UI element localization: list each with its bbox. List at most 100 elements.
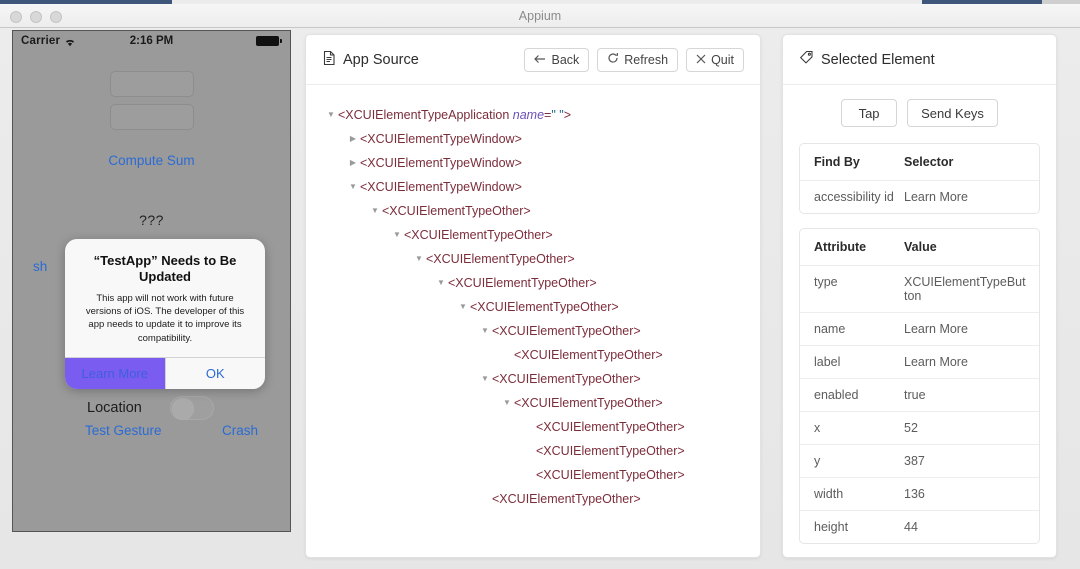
tree-node-label: <XCUIElementTypeOther> <box>514 396 663 410</box>
tree-node[interactable]: ▶ <XCUIElementTypeWindow> <box>324 151 760 175</box>
tree-node-label: <XCUIElementTypeOther> <box>536 444 685 458</box>
table-row[interactable]: enabled true <box>800 378 1039 411</box>
selector-header-label: Selector <box>904 155 954 169</box>
tree-node-label: <XCUIElementTypeWindow> <box>360 180 522 194</box>
app-window: Appium Carrier 2:16 PM Compute Sum ??? s… <box>0 0 1080 569</box>
find-by-selector: Learn More <box>904 190 968 204</box>
tree-node[interactable]: ▼ <XCUIElementTypeOther> <box>324 247 760 271</box>
chevron-down-icon[interactable]: ▼ <box>346 175 360 199</box>
tree-node[interactable]: ▼ <XCUIElementTypeOther> <box>324 223 760 247</box>
table-row[interactable]: accessibility id Learn More <box>800 180 1039 213</box>
table-row[interactable]: label Learn More <box>800 345 1039 378</box>
tree-node[interactable]: <XCUIElementTypeOther> <box>324 463 760 487</box>
attribute-value: 136 <box>904 487 925 501</box>
tree-node-label: <XCUIElementTypeOther> <box>492 324 641 338</box>
selected-element-body: Tap Send Keys Find By Selector accessibi… <box>783 85 1056 544</box>
chevron-down-icon[interactable]: ▼ <box>478 367 492 391</box>
selected-element-panel: Selected Element Tap Send Keys Find By S… <box>782 34 1057 558</box>
tree-node[interactable]: ▼ <XCUIElementTypeOther> <box>324 367 760 391</box>
refresh-button[interactable]: Refresh <box>597 47 679 72</box>
tree-node[interactable]: <XCUIElementTypeOther> <box>324 415 760 439</box>
window-title: Appium <box>518 9 562 23</box>
tree-node[interactable]: ▼ <XCUIElementTypeOther> <box>324 295 760 319</box>
ios-simulator-screen[interactable]: Carrier 2:16 PM Compute Sum ??? sh rt Lo… <box>12 30 291 532</box>
location-toggle[interactable] <box>170 396 214 420</box>
app-source-title-group: App Source <box>322 50 419 70</box>
app-source-title: App Source <box>343 51 419 68</box>
table-row[interactable]: name Learn More <box>800 312 1039 345</box>
attribute-name: y <box>814 454 821 468</box>
tree-node[interactable]: ▼ <XCUIElementTypeWindow> <box>324 175 760 199</box>
app-source-tree[interactable]: ▼ <XCUIElementTypeApplication name=" "> ▶ <… <box>306 85 760 511</box>
attribute-value: 387 <box>904 454 925 468</box>
tree-node-label: <XCUIElementTypeOther> <box>426 252 575 266</box>
chevron-down-icon[interactable]: ▼ <box>478 319 492 343</box>
chevron-down-icon[interactable]: ▼ <box>456 295 470 319</box>
text-field-second[interactable] <box>109 104 194 130</box>
attribute-value: 52 <box>904 421 918 435</box>
compute-sum-button[interactable]: Compute Sum <box>108 153 194 168</box>
chevron-down-icon[interactable]: ▼ <box>412 247 426 271</box>
tree-node[interactable]: ▼ <XCUIElementTypeOther> <box>324 319 760 343</box>
tree-node-label: <XCUIElementTypeOther> <box>536 468 685 482</box>
find-by-strategy: accessibility id <box>814 190 894 204</box>
selected-element-header: Selected Element <box>783 35 1056 85</box>
selected-element-title: Selected Element <box>821 51 935 68</box>
chevron-down-icon[interactable]: ▼ <box>324 103 338 127</box>
chevron-down-icon[interactable]: ▼ <box>434 271 448 295</box>
attribute-header-label: Attribute <box>814 240 867 254</box>
tree-node[interactable]: ▶ <XCUIElementTypeWindow> <box>324 127 760 151</box>
tree-node[interactable]: <XCUIElementTypeOther> <box>324 439 760 463</box>
chevron-down-icon[interactable]: ▼ <box>368 199 382 223</box>
table-row[interactable]: x 52 <box>800 411 1039 444</box>
chevron-down-icon[interactable]: ▼ <box>500 391 514 415</box>
tree-node-label: <XCUIElementTypeApplication name=" "> <box>338 108 572 122</box>
arrow-left-icon <box>534 53 546 67</box>
tap-button[interactable]: Tap <box>841 99 898 127</box>
attribute-name: type <box>814 275 838 289</box>
document-icon <box>322 50 336 70</box>
find-by-table: Find By Selector accessibility id Learn … <box>799 143 1040 214</box>
attribute-name: height <box>814 520 849 534</box>
text-field-first[interactable] <box>109 71 194 97</box>
attribute-name: enabled <box>814 388 859 402</box>
test-gesture-button[interactable]: Test Gesture <box>85 423 162 438</box>
table-row[interactable]: height 44 <box>800 510 1039 543</box>
refresh-icon <box>607 52 619 67</box>
tree-node[interactable]: <XCUIElementTypeOther> <box>324 343 760 367</box>
chevron-right-icon[interactable]: ▶ <box>346 127 360 151</box>
alert-learn-more-button[interactable]: Learn More <box>65 358 165 390</box>
attribute-name: name <box>814 322 846 336</box>
attribute-value: Learn More <box>904 322 968 336</box>
tree-node[interactable]: ▼ <XCUIElementTypeOther> <box>324 271 760 295</box>
attributes-table-header: Attribute Value <box>800 229 1039 265</box>
attribute-value: 44 <box>904 520 918 534</box>
alert-ok-button[interactable]: OK <box>164 358 266 390</box>
tree-node-label: <XCUIElementTypeWindow> <box>360 132 522 146</box>
selected-element-actions: Tap Send Keys <box>799 99 1040 127</box>
send-keys-button[interactable]: Send Keys <box>907 99 998 127</box>
title-bar: Appium <box>0 4 1080 28</box>
alert-message: This app will not work with future versi… <box>85 292 245 344</box>
table-row[interactable]: width 136 <box>800 477 1039 510</box>
find-by-table-header: Find By Selector <box>800 144 1039 180</box>
quit-button-label: Quit <box>711 52 734 67</box>
table-row[interactable]: y 387 <box>800 444 1039 477</box>
tree-node[interactable]: <XCUIElementTypeOther> <box>324 487 760 511</box>
table-row[interactable]: type XCUIElementTypeButton <box>800 265 1039 312</box>
chevron-right-icon[interactable]: ▶ <box>346 151 360 175</box>
tree-node[interactable]: ▼ <XCUIElementTypeOther> <box>324 199 760 223</box>
sum-result-label: ??? <box>139 212 164 228</box>
crash-button[interactable]: Crash <box>222 423 258 438</box>
attribute-name: label <box>814 355 841 369</box>
back-button[interactable]: Back <box>524 47 590 72</box>
chevron-down-icon[interactable]: ▼ <box>390 223 404 247</box>
location-label: Location <box>87 400 142 416</box>
quit-button[interactable]: Quit <box>686 47 744 72</box>
ios-alert-dialog: “TestApp” Needs to Be Updated This app w… <box>65 239 266 390</box>
tree-node-label: <XCUIElementTypeWindow> <box>360 156 522 170</box>
refresh-button-label: Refresh <box>624 52 669 67</box>
show-alert-button-partial-left[interactable]: sh <box>33 259 47 274</box>
tree-node[interactable]: ▼ <XCUIElementTypeApplication name=" "> <box>324 103 760 127</box>
tree-node[interactable]: ▼ <XCUIElementTypeOther> <box>324 391 760 415</box>
